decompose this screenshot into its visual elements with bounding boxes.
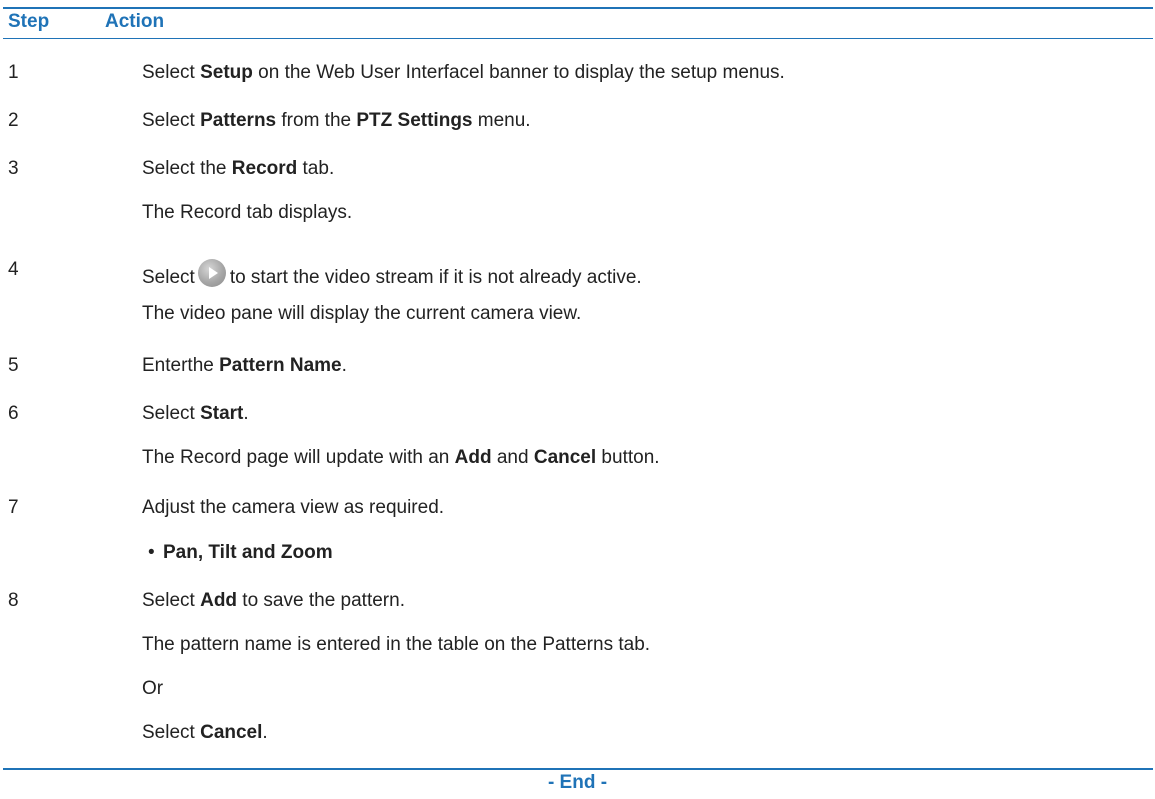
step-text: Select Setup on the Web User Interfacel … [142,62,785,83]
step-number: 6 [8,403,19,424]
top-rule [3,7,1153,9]
step-or-text: Or [142,678,164,699]
bullet-icon: • [148,542,155,563]
step-row: 8 Select Add to save the pattern. [0,590,1155,620]
header-step: Step [8,11,50,32]
step-number: 3 [8,158,19,179]
step-continuation: The Record page will update with an Add … [0,447,1155,477]
bullet-text: Pan, Tilt and Zoom [163,542,333,563]
step-text: Select to start the video stream if it is… [142,259,642,289]
step-row: 3 Select the Record tab. [0,158,1155,188]
end-marker: - End - [547,772,608,793]
step-continuation: The pattern name is entered in the table… [0,634,1155,664]
step-text: Select Patterns from the PTZ Settings me… [142,110,531,131]
step-text: Select the Record tab. [142,158,335,179]
step-number: 8 [8,590,19,611]
step-number: 4 [8,259,19,280]
step-continuation: Select Cancel. [0,722,1155,752]
step-row: 5 Enterthe Pattern Name. [0,355,1155,385]
step-number: 1 [8,62,19,83]
step-number: 2 [8,110,19,131]
step-number: 7 [8,497,19,518]
step-text: Select Add to save the pattern. [142,590,405,611]
header-action: Action [105,11,165,32]
step-continuation: The video pane will display the current … [0,303,1155,333]
play-icon [197,259,226,287]
step-result-text: The video pane will display the current … [142,303,582,324]
bullet-item: • Pan, Tilt and Zoom [0,542,1155,572]
step-result-text: The Record tab displays. [142,202,353,223]
step-text: Enterthe Pattern Name. [142,355,347,376]
step-row: 1 Select Setup on the Web User Interface… [0,62,1155,92]
step-alt-text: Select Cancel. [142,722,268,743]
header-rule [3,38,1153,39]
step-continuation: Or [0,678,1155,708]
step-text: Select Start. [142,403,249,424]
step-row: 6 Select Start. [0,403,1155,433]
step-row: 4 Select to start the video stream if it … [0,259,1155,289]
step-continuation: The Record tab displays. [0,202,1155,232]
step-result-text: The pattern name is entered in the table… [142,634,651,655]
step-result-text: The Record page will update with an Add … [142,447,660,468]
bottom-rule [3,768,1153,770]
step-row: 2 Select Patterns from the PTZ Settings … [0,110,1155,140]
step-number: 5 [8,355,19,376]
step-row: 7 Adjust the camera view as required. [0,497,1155,527]
step-text: Adjust the camera view as required. [142,497,445,518]
